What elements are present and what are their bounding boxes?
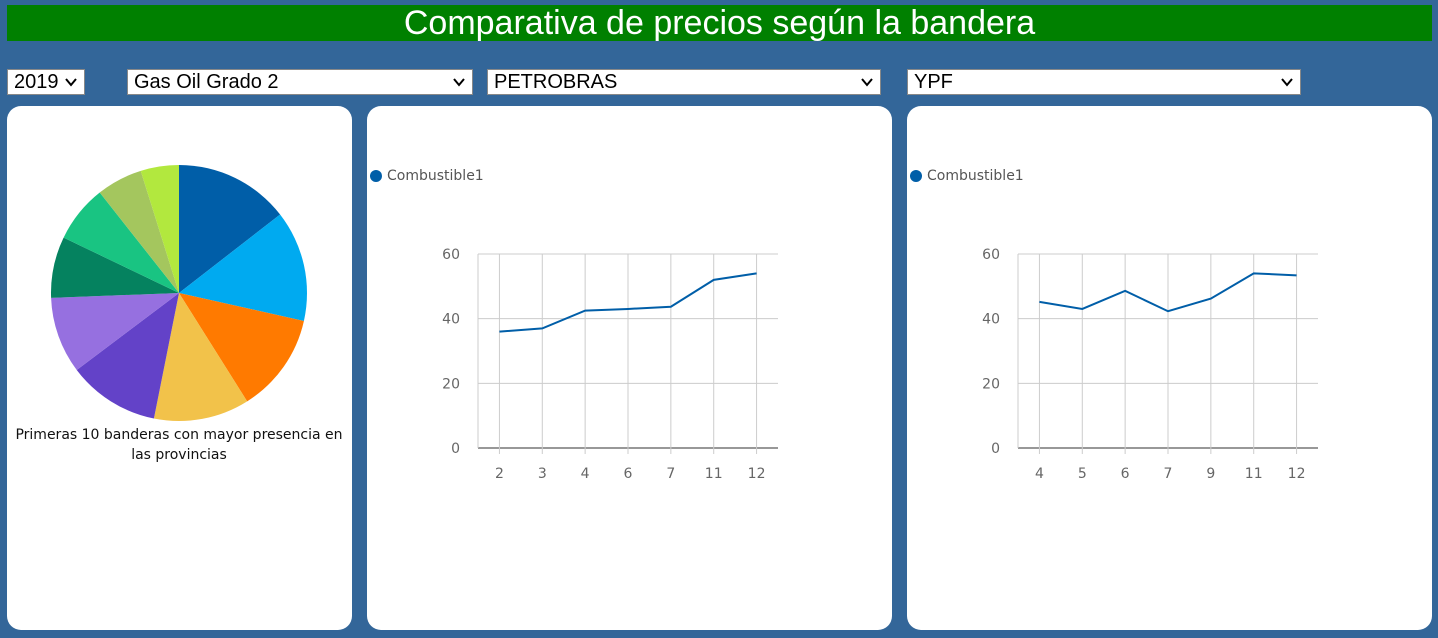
x-tick-label: 7	[666, 466, 675, 482]
y-tick-label: 60	[442, 247, 460, 263]
year-select[interactable]: 2019	[7, 69, 85, 95]
pie-panel: Primeras 10 banderas con mayor presencia…	[7, 106, 352, 630]
x-tick-label: 4	[1035, 466, 1044, 482]
year-select-value: 2019	[14, 71, 59, 93]
x-tick-label: 3	[538, 466, 547, 482]
flag-right-select-value: YPF	[914, 71, 953, 93]
chevron-down-icon	[453, 78, 465, 87]
chevron-down-icon	[1281, 78, 1293, 87]
x-tick-label: 5	[1078, 466, 1087, 482]
y-tick-label: 40	[982, 312, 1000, 328]
x-tick-label: 6	[624, 466, 633, 482]
y-tick-label: 60	[982, 247, 1000, 263]
y-tick-label: 0	[451, 441, 460, 457]
x-tick-label: 9	[1206, 466, 1215, 482]
flag-right-select[interactable]: YPF	[907, 69, 1301, 95]
y-tick-label: 40	[442, 312, 460, 328]
y-tick-label: 20	[442, 376, 460, 392]
x-tick-label: 11	[705, 466, 723, 482]
line-panel-left: Combustible1 0 20 40 60 2 3 4 6 7 11 12	[367, 106, 892, 630]
flag-left-select-value: PETROBRAS	[494, 71, 618, 93]
page-title: Comparativa de precios según la bandera	[7, 5, 1432, 41]
x-tick-label: 4	[581, 466, 590, 482]
x-tick-label: 11	[1245, 466, 1263, 482]
x-tick-label: 7	[1164, 466, 1173, 482]
y-tick-label: 20	[982, 376, 1000, 392]
x-tick-label: 12	[748, 466, 766, 482]
chevron-down-icon	[65, 78, 77, 87]
line-chart-left: 0 20 40 60 2 3 4 6 7 11 12	[442, 247, 778, 482]
x-tick-label: 6	[1121, 466, 1130, 482]
flag-left-select[interactable]: PETROBRAS	[487, 69, 881, 95]
fuel-select-value: Gas Oil Grado 2	[134, 71, 279, 93]
x-tick-label: 12	[1288, 466, 1306, 482]
fuel-select[interactable]: Gas Oil Grado 2	[127, 69, 473, 95]
line-chart-right: 0 20 40 60 4 5 6 7 9 11 12	[982, 247, 1318, 482]
y-tick-label: 0	[991, 441, 1000, 457]
x-tick-label: 2	[495, 466, 504, 482]
pie-caption: Primeras 10 banderas con mayor presencia…	[15, 427, 343, 463]
line-panel-right: Combustible1 0 20 40 60 4 5 6 7 9 11 12	[907, 106, 1432, 630]
chevron-down-icon	[861, 78, 873, 87]
pie-chart	[51, 165, 307, 422]
